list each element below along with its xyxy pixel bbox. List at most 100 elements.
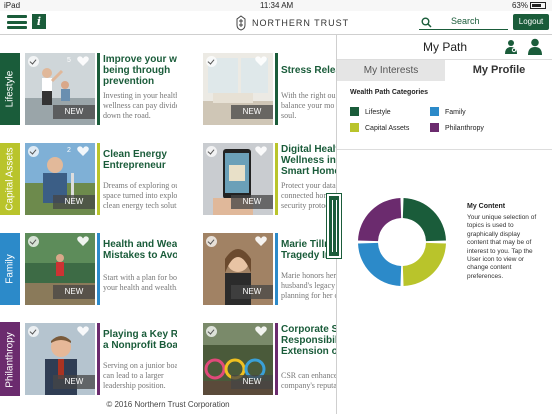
new-badge: NEW: [231, 375, 273, 389]
info-icon[interactable]: i: [32, 14, 46, 29]
legend-swatch: [430, 123, 439, 132]
heart-icon[interactable]: [255, 236, 267, 246]
panel-title: My Path: [422, 40, 467, 54]
article-card[interactable]: NEW Stress Release With the right ou bala…: [203, 53, 353, 127]
category-color-bar: [97, 233, 100, 305]
status-bar: iPad 11:34 AM 63%: [0, 0, 552, 11]
panel-drag-handle[interactable]: [327, 194, 341, 258]
checkmark-icon[interactable]: [28, 326, 39, 337]
tab-my-profile[interactable]: My Profile: [445, 60, 552, 81]
article-description: Investing in your health andwellness can…: [103, 91, 177, 120]
category-color-bar: [275, 323, 278, 395]
battery-status: 63%: [512, 1, 546, 10]
category-lifestyle[interactable]: Lifestyle: [0, 53, 20, 125]
my-content-title: My Content: [467, 203, 506, 210]
logout-button[interactable]: Logout: [513, 14, 549, 30]
new-badge: NEW: [53, 195, 95, 209]
category-label: Philanthropy: [4, 332, 16, 388]
article-thumbnail[interactable]: NEW: [203, 233, 273, 305]
article-thumbnail[interactable]: NEW: [25, 323, 95, 395]
checkmark-icon[interactable]: [206, 326, 217, 337]
article-card[interactable]: 5 NEW Improve your well-being throughpre…: [25, 53, 177, 127]
panel-tabs: My Interests My Profile: [337, 59, 552, 81]
top-bar: i NORTHERN TRUST Search Logout: [0, 11, 552, 35]
category-label: Capital Assets: [4, 147, 16, 211]
new-badge: NEW: [231, 195, 273, 209]
like-count: 2: [67, 147, 71, 154]
article-description: Dreams of exploring outerspace turned in…: [103, 181, 177, 210]
new-badge: NEW: [53, 375, 95, 389]
legend-swatch: [430, 107, 439, 116]
category-color-bar: [97, 143, 100, 215]
article-card[interactable]: NEW Playing a Key Role ona Nonprofit Boa…: [25, 323, 177, 397]
article-title[interactable]: Playing a Key Role ona Nonprofit Board: [103, 329, 177, 351]
article-title[interactable]: Health and Wealth: 10Mistakes to Avoid: [103, 239, 177, 261]
category-label: Family: [4, 254, 16, 284]
legend-item-lifestyle: Lifestyle: [350, 107, 391, 116]
app-root: iPad 11:34 AM 63% i NORTHERN TRUST Searc…: [0, 0, 552, 414]
like-count: 5: [67, 57, 71, 64]
checkmark-icon[interactable]: [206, 236, 217, 247]
search-icon: [421, 17, 432, 28]
heart-icon[interactable]: [255, 146, 267, 156]
checkmark-icon[interactable]: [28, 146, 39, 157]
article-thumbnail[interactable]: 5 NEW: [25, 53, 95, 125]
article-thumbnail[interactable]: NEW: [203, 53, 273, 125]
article-thumbnail[interactable]: 2 NEW: [25, 143, 95, 215]
interest-donut-chart: [358, 198, 446, 286]
search-field[interactable]: Search: [419, 16, 508, 30]
device-label: iPad: [4, 1, 21, 10]
category-capital-assets[interactable]: Capital Assets: [0, 143, 20, 215]
gear-person-icon[interactable]: [504, 39, 518, 55]
category-philanthropy[interactable]: Philanthropy: [0, 322, 20, 398]
menu-icon[interactable]: [7, 15, 27, 29]
checkmark-icon[interactable]: [206, 146, 217, 157]
heart-icon[interactable]: [255, 56, 267, 66]
checkmark-icon[interactable]: [206, 56, 217, 67]
legend-item-philanthropy: Philanthropy: [430, 123, 484, 132]
new-badge: NEW: [53, 285, 95, 299]
donut-segment-capital-assets: [402, 242, 446, 286]
legend-item-family: Family: [430, 107, 466, 116]
article-card[interactable]: NEW Health and Wealth: 10Mistakes to Avo…: [25, 233, 177, 307]
user-icon[interactable]: [528, 38, 542, 55]
search-placeholder: Search: [451, 16, 480, 26]
donut-segment-lifestyle: [402, 198, 446, 242]
category-family[interactable]: Family: [0, 233, 20, 305]
my-path-panel: My Path My Interests My Profile Wealth P…: [336, 35, 552, 414]
heart-icon[interactable]: [77, 236, 89, 246]
category-color-bar: [275, 233, 278, 305]
new-badge: NEW: [231, 105, 273, 119]
legend-swatch: [350, 123, 359, 132]
heart-icon[interactable]: [77, 326, 89, 336]
heart-icon[interactable]: [77, 56, 89, 66]
new-badge: NEW: [53, 105, 95, 119]
article-card[interactable]: NEW Corporate Soc Responsibility: Extensio…: [203, 323, 355, 397]
category-color-bar: [275, 143, 278, 215]
clock: 11:34 AM: [260, 1, 294, 10]
wealth-path-title: Wealth Path Categories: [350, 89, 429, 96]
article-thumbnail[interactable]: NEW: [203, 143, 273, 215]
category-color-bar: [275, 53, 278, 125]
article-thumbnail[interactable]: NEW: [25, 233, 95, 305]
panel-divider: [337, 149, 552, 150]
legend-item-capital-assets: Capital Assets: [350, 123, 409, 132]
article-thumbnail[interactable]: NEW: [203, 323, 273, 395]
legend-swatch: [350, 107, 359, 116]
donut-segment-philanthropy: [358, 198, 402, 242]
heart-icon[interactable]: [255, 326, 267, 336]
copyright-footer: © 2016 Northern Trust Corporation: [0, 396, 336, 414]
checkmark-icon[interactable]: [28, 56, 39, 67]
category-color-bar: [97, 53, 100, 125]
brand-name: NORTHERN TRUST: [252, 18, 350, 28]
donut-segment-family: [358, 242, 402, 286]
category-label: Lifestyle: [4, 70, 16, 108]
heart-icon[interactable]: [77, 146, 89, 156]
checkmark-icon[interactable]: [28, 236, 39, 247]
article-card[interactable]: 2 NEW Clean Energy Entrepreneur Dreams of…: [25, 143, 177, 217]
article-title[interactable]: Improve your well-being throughpreventio…: [103, 54, 177, 87]
article-title[interactable]: Clean Energy Entrepreneur: [103, 149, 177, 171]
battery-percent: 63%: [511, 1, 528, 10]
category-color-bar: [97, 323, 100, 395]
tab-my-interests[interactable]: My Interests: [337, 60, 445, 81]
